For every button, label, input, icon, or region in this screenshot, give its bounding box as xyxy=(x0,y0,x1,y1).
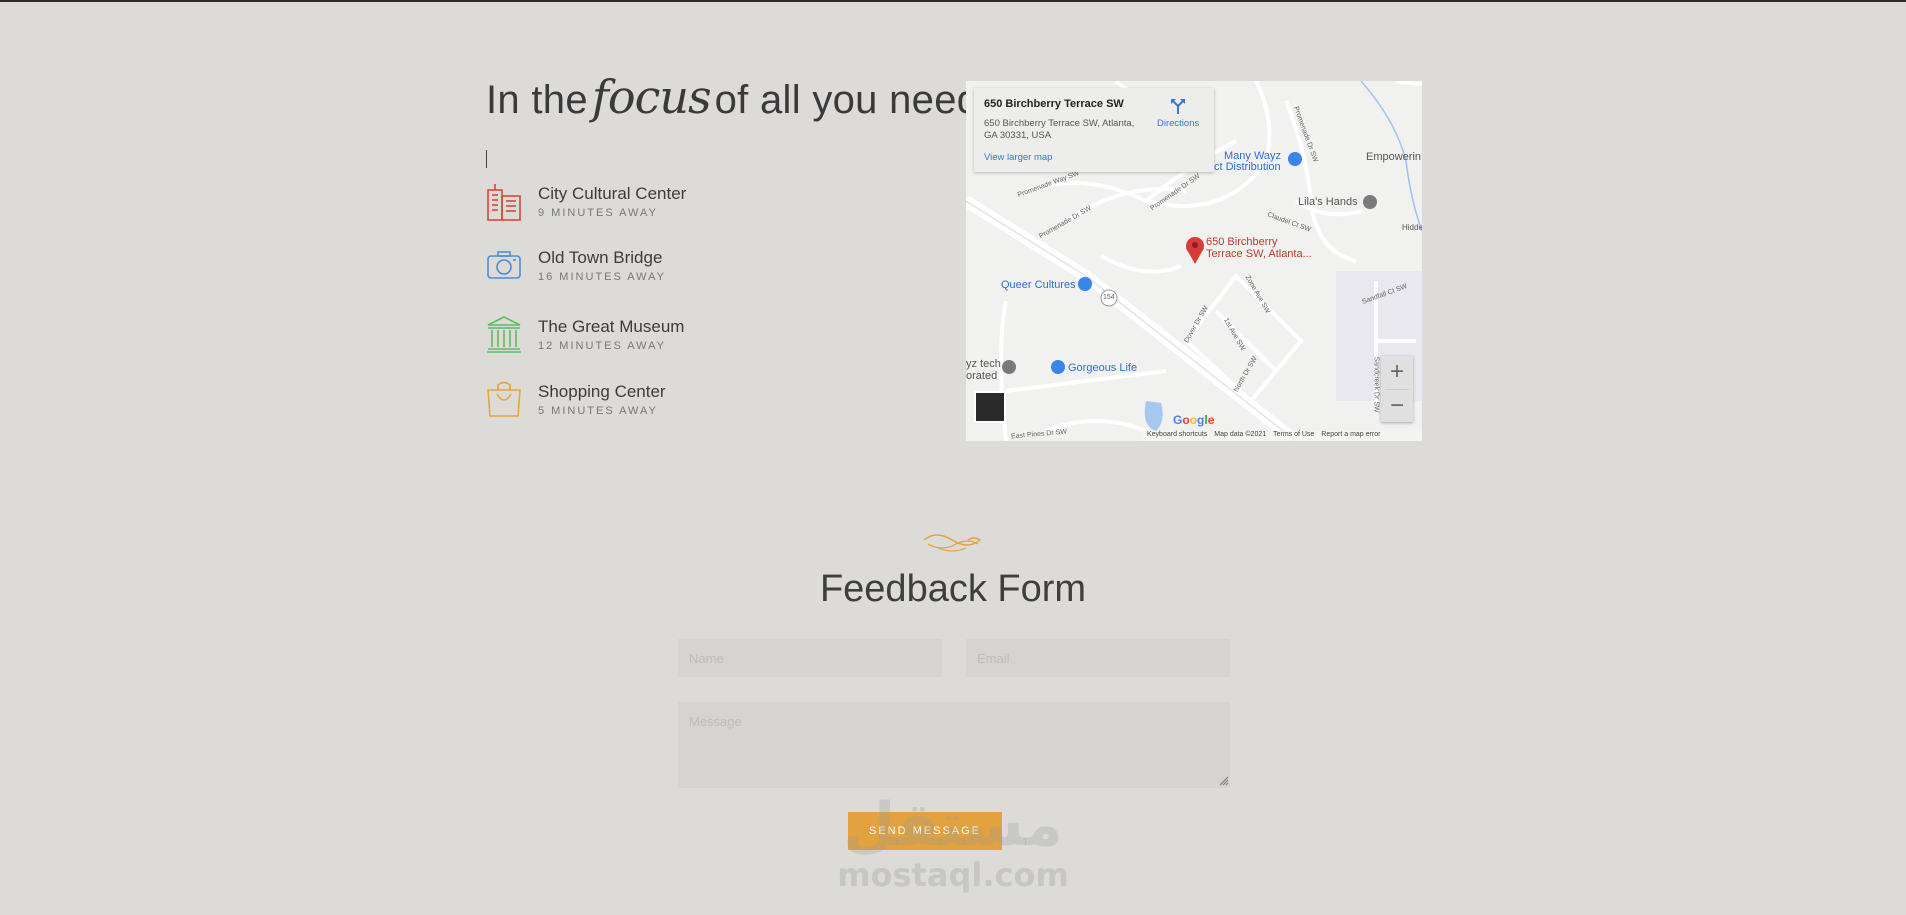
place-distance: 5 MINUTES AWAY xyxy=(538,405,658,417)
place-city-cultural-center: City Cultural Center 9 MINUTES AWAY xyxy=(486,182,906,226)
place-name: Shopping Center xyxy=(538,382,666,401)
poi-empowerin[interactable]: Empowerin xyxy=(1366,151,1421,163)
report-map-error-link[interactable]: Report a map error xyxy=(1321,431,1380,438)
heading-focus-word: focus xyxy=(591,70,712,124)
heading-prefix: In the xyxy=(486,78,588,122)
location-heading: In thefocus of all you need xyxy=(486,70,979,124)
heading-suffix: of all you need xyxy=(714,78,980,122)
poi-gorgeous-life[interactable]: Gorgeous Life xyxy=(1068,362,1137,374)
google-logo: Google xyxy=(1173,413,1215,427)
watermark-arabic: مستقل xyxy=(843,790,1063,860)
name-input[interactable] xyxy=(678,639,942,677)
poi-hidden[interactable]: Hidde xyxy=(1402,223,1422,232)
zoom-in-button[interactable]: + xyxy=(1381,356,1413,388)
terms-of-use-link[interactable]: Terms of Use xyxy=(1273,431,1314,438)
poi-queer-cultures[interactable]: Queer Cultures xyxy=(1001,279,1076,291)
poi-wayz-tech[interactable]: yz tech xyxy=(966,358,1001,370)
text-cursor xyxy=(486,150,487,168)
poi-lilas-hands[interactable]: Lila's Hands xyxy=(1298,196,1358,208)
street-label: Sandcreek Dr SW xyxy=(1372,356,1380,413)
view-larger-map-link[interactable]: View larger map xyxy=(984,152,1052,163)
keyboard-shortcuts-link[interactable]: Keyboard shortcuts xyxy=(1147,431,1207,438)
place-name: Old Town Bridge xyxy=(538,248,663,267)
message-textarea[interactable] xyxy=(678,702,1230,788)
map-address-title: 650 Birchberry Terrace SW xyxy=(984,98,1124,110)
pin-label-line1: 650 Birchberry xyxy=(1206,236,1278,248)
poi-wayz-tech-line2: orated xyxy=(966,370,998,382)
map-data-attribution: Map data ©2021 xyxy=(1214,431,1267,438)
watermark-latin: mostaql.com xyxy=(837,856,1069,894)
place-name: The Great Museum xyxy=(538,317,685,336)
resize-grip-icon[interactable] xyxy=(1219,776,1229,786)
poi-distribution[interactable]: ct Distribution xyxy=(1214,161,1281,173)
place-old-town-bridge: Old Town Bridge 16 MINUTES AWAY xyxy=(486,246,906,290)
pin-label-line2: Terrace SW, Atlanta... xyxy=(1206,248,1312,260)
map-info-card: 650 Birchberry Terrace SW 650 Birchberry… xyxy=(974,88,1214,172)
museum-icon xyxy=(487,316,521,353)
flourish-ornament xyxy=(923,534,982,552)
place-distance: 12 MINUTES AWAY xyxy=(538,340,667,352)
camera-icon xyxy=(487,251,521,279)
place-distance: 9 MINUTES AWAY xyxy=(538,207,658,219)
shopping-bag-icon xyxy=(487,381,521,417)
building-icon xyxy=(487,184,521,221)
embedded-map[interactable]: Many Wayz ct Distribution Empowerin Lila… xyxy=(966,81,1422,441)
map-footer: Keyboard shortcuts Map data ©2021 Terms … xyxy=(1142,431,1422,441)
route-number: 154 xyxy=(1103,294,1115,301)
place-shopping-center: Shopping Center 5 MINUTES AWAY xyxy=(486,380,906,424)
email-input[interactable] xyxy=(966,639,1230,677)
map-address-full: 650 Birchberry Terrace SW, Atlanta, GA 3… xyxy=(984,118,1135,141)
satellite-toggle[interactable] xyxy=(974,391,1006,423)
zoom-out-button[interactable]: − xyxy=(1381,390,1413,422)
map-zoom-controls: + − xyxy=(1381,356,1413,422)
directions-icon[interactable] xyxy=(1170,98,1186,114)
place-the-great-museum: The Great Museum 12 MINUTES AWAY xyxy=(486,315,906,359)
top-border xyxy=(0,0,1906,2)
feedback-form-title: Feedback Form xyxy=(819,568,1087,610)
place-distance: 16 MINUTES AWAY xyxy=(538,271,667,283)
place-name: City Cultural Center xyxy=(538,184,687,203)
directions-link[interactable]: Directions xyxy=(1157,118,1199,129)
map-pin-label[interactable]: 650 Birchberry Terrace SW, Atlanta... xyxy=(1206,236,1312,260)
